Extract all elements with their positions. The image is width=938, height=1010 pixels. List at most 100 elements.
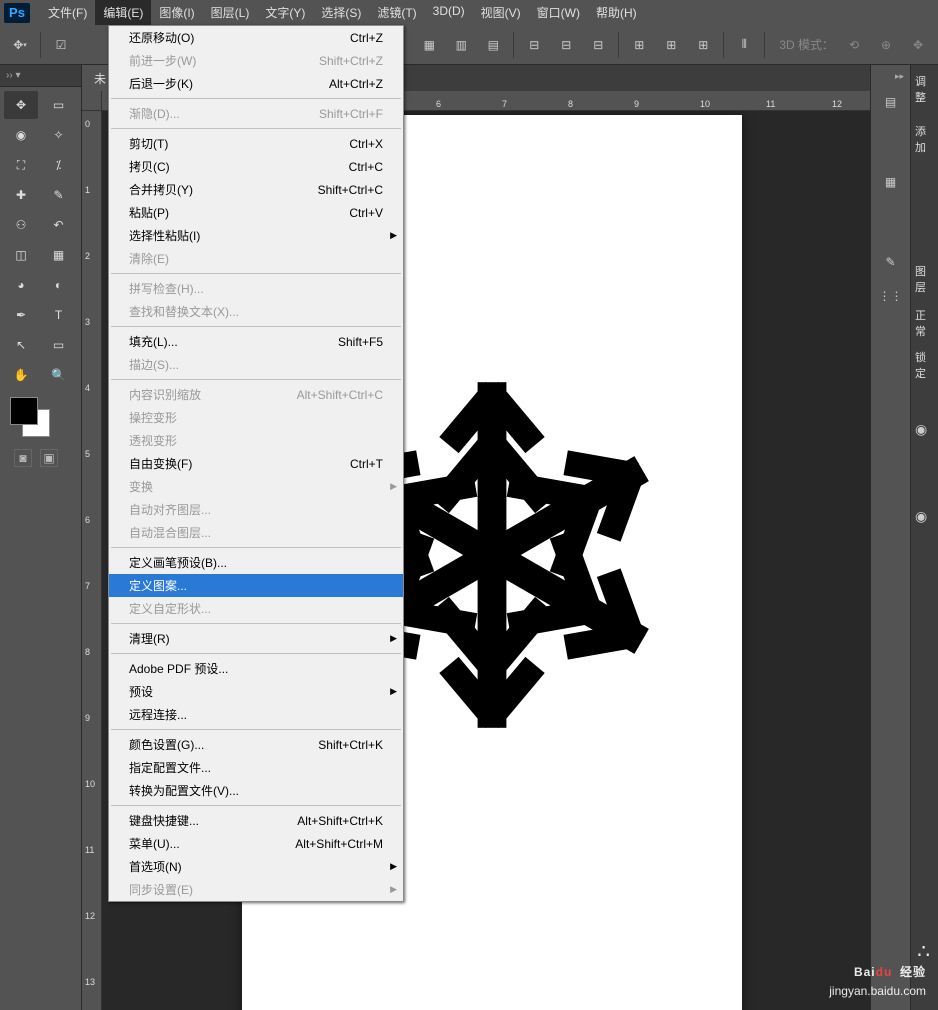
menu-item-合并拷贝Y[interactable]: 合并拷贝(Y)Shift+Ctrl+C bbox=[109, 178, 403, 201]
distribute-icon[interactable]: ⊟ bbox=[586, 33, 610, 57]
quickmask-icon[interactable]: ◙ bbox=[14, 449, 32, 467]
distribute-icon[interactable]: ⊞ bbox=[627, 33, 651, 57]
lasso-tool[interactable]: ◉ bbox=[4, 121, 38, 149]
stamp-tool[interactable]: ⚇ bbox=[4, 211, 38, 239]
menu-图像[interactable]: 图像(I) bbox=[151, 0, 202, 25]
marquee-tool[interactable]: ▭ bbox=[42, 91, 76, 119]
eraser-tool[interactable]: ◫ bbox=[4, 241, 38, 269]
healing-tool[interactable]: ✚ bbox=[4, 181, 38, 209]
blur-tool[interactable]: ◕ bbox=[4, 271, 38, 299]
align-icon[interactable]: ▦ bbox=[417, 33, 441, 57]
menu-编辑[interactable]: 编辑(E) bbox=[95, 0, 151, 25]
menu-文字[interactable]: 文字(Y) bbox=[257, 0, 313, 25]
menu-视图[interactable]: 视图(V) bbox=[473, 0, 529, 25]
ruler-corner bbox=[82, 91, 102, 111]
menu-item-描边S: 描边(S)... bbox=[109, 353, 403, 376]
menu-item-菜单U[interactable]: 菜单(U)...Alt+Shift+Ctrl+M bbox=[109, 832, 403, 855]
color-swatches[interactable] bbox=[0, 393, 81, 443]
dodge-tool[interactable]: ◐ bbox=[42, 271, 76, 299]
3d-pan-icon[interactable]: ✥ bbox=[906, 33, 930, 57]
watermark: ∴ Baidu 经验 jingyan.baidu.com bbox=[829, 947, 926, 998]
menu-separator bbox=[111, 273, 401, 274]
distribute-icon[interactable]: ⊟ bbox=[522, 33, 546, 57]
align-icon[interactable]: ▥ bbox=[449, 33, 473, 57]
menu-item-指定配置文件[interactable]: 指定配置文件... bbox=[109, 756, 403, 779]
menu-item-自由变换F[interactable]: 自由变换(F)Ctrl+T bbox=[109, 452, 403, 475]
3d-mode-label: 3D 模式： bbox=[779, 36, 834, 53]
menu-item-拷贝C[interactable]: 拷贝(C)Ctrl+C bbox=[109, 155, 403, 178]
menu-separator bbox=[111, 547, 401, 548]
brush-panel-icon[interactable]: ✎ bbox=[877, 248, 905, 276]
arrange-icon[interactable]: ⫴ bbox=[732, 33, 756, 57]
layers-label[interactable]: 图层 bbox=[911, 259, 938, 299]
menu-item-远程连接[interactable]: 远程连接... bbox=[109, 703, 403, 726]
menu-窗口[interactable]: 窗口(W) bbox=[529, 0, 588, 25]
3d-roll-icon[interactable]: ⊕ bbox=[874, 33, 898, 57]
move-tool-icon[interactable]: ✥▾ bbox=[8, 33, 32, 57]
menu-3D[interactable]: 3D(D) bbox=[425, 0, 473, 25]
menu-separator bbox=[111, 98, 401, 99]
menu-item-预设[interactable]: 预设▶ bbox=[109, 680, 403, 703]
menu-item-首选项N[interactable]: 首选项(N)▶ bbox=[109, 855, 403, 878]
auto-select-checkbox[interactable]: ☑ bbox=[49, 33, 73, 57]
menu-item-定义画笔预设B[interactable]: 定义画笔预设(B)... bbox=[109, 551, 403, 574]
distribute-icon[interactable]: ⊞ bbox=[659, 33, 683, 57]
history-panel-icon[interactable]: ▤ bbox=[877, 88, 905, 116]
menu-item-自动对齐图层: 自动对齐图层... bbox=[109, 498, 403, 521]
type-tool[interactable]: T bbox=[42, 301, 76, 329]
foreground-color-swatch[interactable] bbox=[10, 397, 38, 425]
menu-帮助[interactable]: 帮助(H) bbox=[588, 0, 645, 25]
menu-item-填充L[interactable]: 填充(L)...Shift+F5 bbox=[109, 330, 403, 353]
edit-menu-dropdown: 还原移动(O)Ctrl+Z前进一步(W)Shift+Ctrl+Z后退一步(K)A… bbox=[108, 25, 404, 902]
watermark-url: jingyan.baidu.com bbox=[829, 984, 926, 998]
menu-item-清理R[interactable]: 清理(R)▶ bbox=[109, 627, 403, 650]
menu-item-定义图案[interactable]: 定义图案... bbox=[109, 574, 403, 597]
crop-tool[interactable]: ⛶ bbox=[4, 151, 38, 179]
move-tool[interactable]: ✥ bbox=[4, 91, 38, 119]
menu-item-还原移动O[interactable]: 还原移动(O)Ctrl+Z bbox=[109, 26, 403, 49]
menu-图层[interactable]: 图层(L) bbox=[203, 0, 258, 25]
menu-item-键盘快捷键[interactable]: 键盘快捷键...Alt+Shift+Ctrl+K bbox=[109, 809, 403, 832]
menu-item-透视变形: 透视变形 bbox=[109, 429, 403, 452]
menu-文件[interactable]: 文件(F) bbox=[40, 0, 95, 25]
pen-tool[interactable]: ✒ bbox=[4, 301, 38, 329]
path-select-tool[interactable]: ↖ bbox=[4, 331, 38, 359]
history-brush-tool[interactable]: ↶ bbox=[42, 211, 76, 239]
adjustments-label[interactable]: 调整 bbox=[911, 69, 938, 109]
shape-tool[interactable]: ▭ bbox=[42, 331, 76, 359]
distribute-icon[interactable]: ⊞ bbox=[691, 33, 715, 57]
magic-wand-tool[interactable]: ✧ bbox=[42, 121, 76, 149]
gradient-tool[interactable]: ▦ bbox=[42, 241, 76, 269]
actions-panel-icon[interactable]: ▦ bbox=[877, 168, 905, 196]
menu-item-剪切T[interactable]: 剪切(T)Ctrl+X bbox=[109, 132, 403, 155]
eyedropper-tool[interactable]: ⁒ bbox=[42, 151, 76, 179]
ruler-vertical: 012345678910111213 bbox=[82, 111, 102, 1010]
menu-item-Adobe PDF 预设[interactable]: Adobe PDF 预设... bbox=[109, 657, 403, 680]
distribute-icon[interactable]: ⊟ bbox=[554, 33, 578, 57]
blend-mode[interactable]: 正常 bbox=[911, 299, 938, 343]
separator bbox=[40, 32, 41, 58]
menu-选择[interactable]: 选择(S) bbox=[313, 0, 369, 25]
visibility-icon[interactable]: ◉ bbox=[911, 502, 938, 531]
menu-item-变换: 变换▶ bbox=[109, 475, 403, 498]
zoom-tool[interactable]: 🔍 bbox=[42, 361, 76, 389]
screenmode-icon[interactable]: ▣ bbox=[40, 449, 58, 467]
app-logo: Ps bbox=[4, 3, 30, 23]
menu-item-颜色设置G[interactable]: 颜色设置(G)...Shift+Ctrl+K bbox=[109, 733, 403, 756]
menu-item-查找和替换文本X: 查找和替换文本(X)... bbox=[109, 300, 403, 323]
brush-tool[interactable]: ✎ bbox=[42, 181, 76, 209]
hand-tool[interactable]: ✋ bbox=[4, 361, 38, 389]
separator bbox=[723, 32, 724, 58]
visibility-icon[interactable]: ◉ bbox=[911, 415, 938, 444]
3d-orbit-icon[interactable]: ⟲ bbox=[842, 33, 866, 57]
brush-presets-icon[interactable]: ⋮⋮ bbox=[877, 282, 905, 310]
menu-滤镜[interactable]: 滤镜(T) bbox=[369, 0, 424, 25]
align-icon[interactable]: ▤ bbox=[481, 33, 505, 57]
menu-item-后退一步K[interactable]: 后退一步(K)Alt+Ctrl+Z bbox=[109, 72, 403, 95]
menu-item-转换为配置文件V[interactable]: 转换为配置文件(V)... bbox=[109, 779, 403, 802]
separator bbox=[764, 32, 765, 58]
right-panels: 调整 添加 图层 正常 锁定 ◉ ◉ bbox=[910, 65, 938, 1010]
menu-item-选择性粘贴I[interactable]: 选择性粘贴(I)▶ bbox=[109, 224, 403, 247]
menu-item-粘贴P[interactable]: 粘贴(P)Ctrl+V bbox=[109, 201, 403, 224]
collapse-icon[interactable]: ▸▸ bbox=[895, 71, 910, 82]
